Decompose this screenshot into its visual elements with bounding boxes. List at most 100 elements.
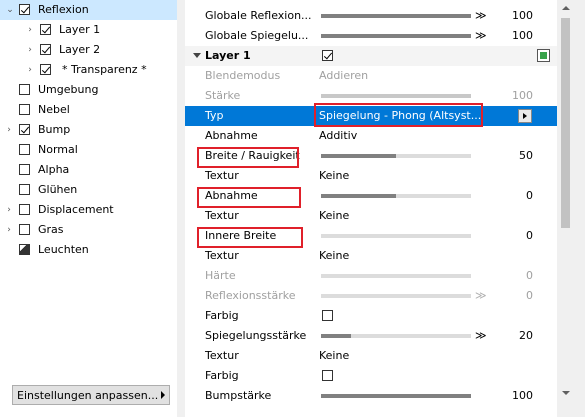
- scroll-up-icon[interactable]: [562, 6, 570, 10]
- chevron-right-icon[interactable]: ›: [4, 225, 14, 235]
- normal-checkbox[interactable]: [19, 144, 30, 155]
- abnahme-value[interactable]: 0: [526, 189, 533, 202]
- tree-item-gluehen[interactable]: Glühen: [0, 180, 177, 200]
- abnahme-slider[interactable]: [321, 194, 471, 198]
- staerke-slider[interactable]: [321, 94, 471, 98]
- nebel-checkbox[interactable]: [19, 104, 30, 115]
- chevron-down-icon[interactable]: ⌄: [5, 5, 15, 15]
- bumpstaerke-value[interactable]: 100: [512, 389, 533, 402]
- settings-button[interactable]: Einstellungen anpassen...: [12, 385, 170, 405]
- textur-value[interactable]: Keine: [319, 349, 349, 362]
- farbig-checkbox[interactable]: [322, 310, 333, 321]
- layer-menu-icon[interactable]: [537, 49, 550, 62]
- prop-row-textur: Textur Keine: [185, 346, 557, 366]
- spiegelungsstaerke-value[interactable]: 20: [519, 329, 533, 342]
- prop-row-textur: Textur Keine: [185, 166, 557, 186]
- displacement-checkbox[interactable]: [19, 204, 30, 215]
- tree-item-label: Reflexion: [38, 3, 89, 16]
- prop-row-farbig: Farbig: [185, 366, 557, 386]
- tree-item-label: Alpha: [38, 163, 70, 176]
- tree-item-label: Umgebung: [38, 83, 99, 96]
- light-icon: [19, 244, 30, 255]
- tree-item-alpha[interactable]: Alpha: [0, 160, 177, 180]
- haerte-slider[interactable]: [321, 274, 471, 278]
- highlight-box-typ: [314, 103, 483, 127]
- chevron-right-icon[interactable]: ›: [25, 25, 35, 35]
- farbig-checkbox[interactable]: [322, 370, 333, 381]
- chevron-right-icon[interactable]: ›: [4, 125, 14, 135]
- tree-item-bump[interactable]: › Bump: [0, 120, 177, 140]
- reflexion-checkbox[interactable]: [19, 4, 30, 15]
- tree-item-label: Displacement: [38, 203, 114, 216]
- textur-value[interactable]: Keine: [319, 209, 349, 222]
- breite-rauigkeit-slider[interactable]: [321, 154, 471, 158]
- globale-reflexion-value[interactable]: 100: [512, 9, 533, 22]
- prop-row-abnahme-mode: Abnahme Additiv: [185, 126, 557, 146]
- tree-item-transparenz[interactable]: › * Transparenz *: [0, 60, 177, 80]
- tree-item-label: Nebel: [38, 103, 70, 116]
- tree-item-label: Layer 2: [59, 43, 101, 56]
- prop-label: Stärke: [205, 89, 241, 102]
- textur-value[interactable]: Keine: [319, 249, 349, 262]
- group-layer-1[interactable]: Layer 1: [185, 46, 557, 66]
- tree-item-leuchten[interactable]: Leuchten: [0, 240, 177, 260]
- tree-item-normal[interactable]: Normal: [0, 140, 177, 160]
- prop-row-blendemodus: Blendemodus Addieren: [185, 66, 557, 86]
- prop-label: Reflexionsstärke: [205, 289, 296, 302]
- highlight-box-breite: [197, 147, 299, 168]
- chevron-right-icon[interactable]: ›: [25, 65, 35, 75]
- scroll-thumb[interactable]: [561, 18, 570, 228]
- transparenz-checkbox[interactable]: [40, 64, 51, 75]
- abnahme-mode-value[interactable]: Additiv: [319, 129, 357, 142]
- chevron-right-icon[interactable]: ›: [25, 45, 35, 55]
- slider-arrow-icon[interactable]: ≫: [475, 10, 487, 22]
- prop-row-textur: Textur Keine: [185, 246, 557, 266]
- tree-item-reflexion[interactable]: ⌄ Reflexion: [0, 0, 177, 20]
- tree-item-displacement[interactable]: › Displacement: [0, 200, 177, 220]
- layer-1-checkbox[interactable]: [40, 24, 51, 35]
- layer-2-checkbox[interactable]: [40, 44, 51, 55]
- textur-value[interactable]: Keine: [319, 169, 349, 182]
- umgebung-checkbox[interactable]: [19, 84, 30, 95]
- alpha-checkbox[interactable]: [19, 164, 30, 175]
- globale-reflexion-slider[interactable]: [321, 14, 471, 18]
- scroll-down-icon[interactable]: [562, 391, 570, 395]
- breite-rauigkeit-value[interactable]: 50: [519, 149, 533, 162]
- slider-arrow-icon[interactable]: ≫: [475, 330, 487, 342]
- prop-label: Textur: [205, 169, 239, 182]
- tree-item-label: Leuchten: [38, 243, 89, 256]
- spiegelungsstaerke-slider[interactable]: [321, 334, 471, 338]
- tree-item-layer-2[interactable]: › Layer 2: [0, 40, 177, 60]
- tree-item-label: Layer 1: [59, 23, 101, 36]
- reflexionsstaerke-value[interactable]: 0: [526, 289, 533, 302]
- gras-checkbox[interactable]: [19, 224, 30, 235]
- tree-item-layer-1[interactable]: › Layer 1: [0, 20, 177, 40]
- slider-arrow-icon[interactable]: ≫: [475, 30, 487, 42]
- bump-checkbox[interactable]: [19, 124, 30, 135]
- globale-spiegelung-value[interactable]: 100: [512, 29, 533, 42]
- chevron-right-icon: [161, 391, 165, 399]
- gluehen-checkbox[interactable]: [19, 184, 30, 195]
- chevron-right-icon[interactable]: ›: [4, 205, 14, 215]
- slider-arrow-icon[interactable]: ≫: [475, 290, 487, 302]
- bumpstaerke-slider[interactable]: [321, 394, 471, 398]
- staerke-value[interactable]: 100: [512, 89, 533, 102]
- tree-item-nebel[interactable]: Nebel: [0, 100, 177, 120]
- tree-item-umgebung[interactable]: Umgebung: [0, 80, 177, 100]
- prop-label: Textur: [205, 209, 239, 222]
- attribute-panel: Globale Reflexion... ≫ 100 Globale Spieg…: [185, 0, 557, 417]
- prop-label: Abnahme: [205, 129, 258, 142]
- collapse-icon[interactable]: [193, 53, 201, 58]
- dropdown-arrow-icon[interactable]: [518, 109, 532, 123]
- blendemodus-value[interactable]: Addieren: [319, 69, 368, 82]
- reflexionsstaerke-slider[interactable]: [321, 294, 471, 298]
- innere-breite-slider[interactable]: [321, 234, 471, 238]
- layer-1-enable-checkbox[interactable]: [322, 50, 333, 61]
- vertical-scrollbar[interactable]: [557, 0, 575, 417]
- tree-item-gras[interactable]: › Gras: [0, 220, 177, 240]
- prop-label: Blendemodus: [205, 69, 281, 82]
- innere-breite-value[interactable]: 0: [526, 229, 533, 242]
- tree-item-label: * Transparenz *: [62, 63, 147, 76]
- haerte-value[interactable]: 0: [526, 269, 533, 282]
- globale-spiegelung-slider[interactable]: [321, 34, 471, 38]
